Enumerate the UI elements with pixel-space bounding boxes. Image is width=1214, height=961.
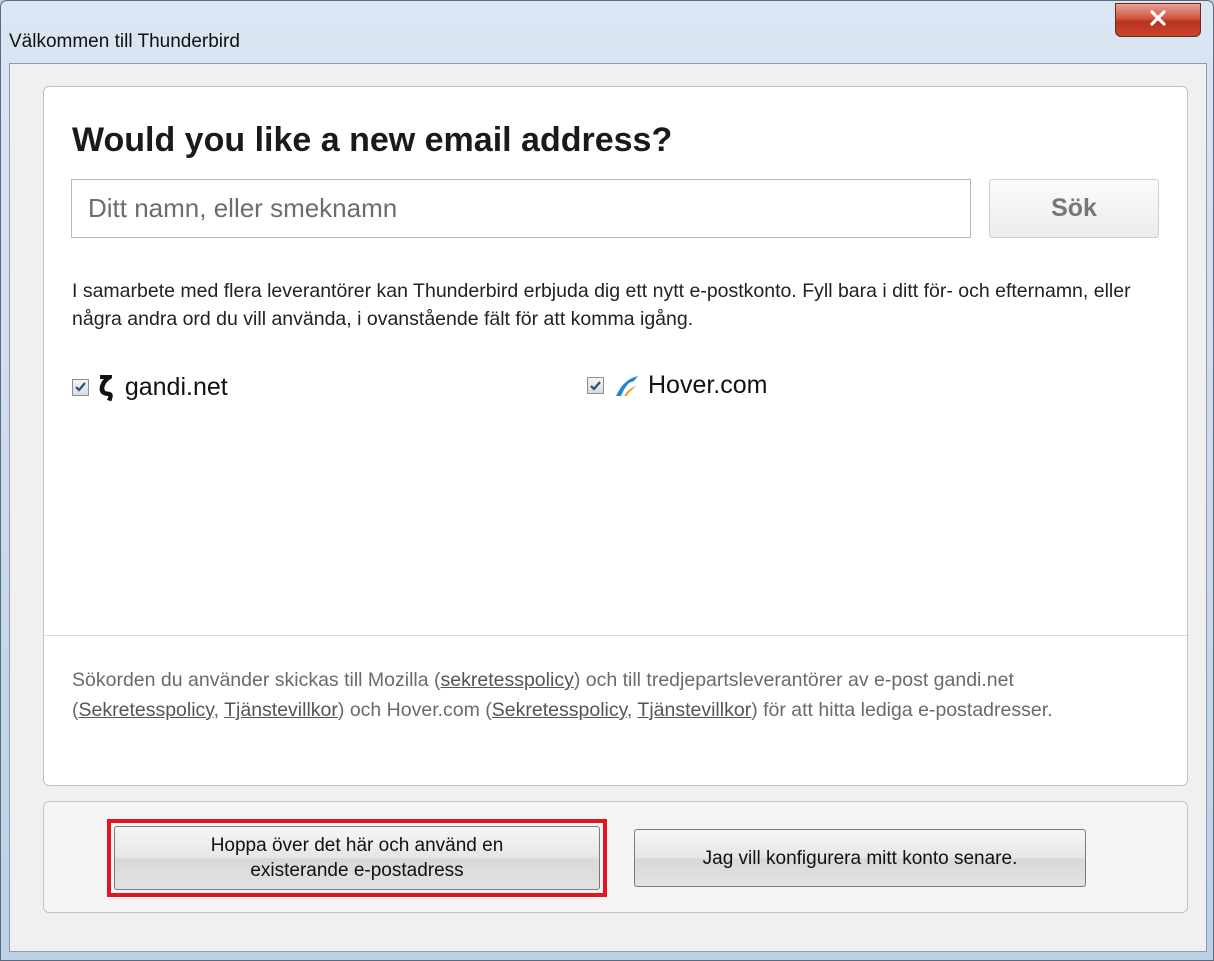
close-button[interactable] xyxy=(1115,3,1201,37)
dialog-window: Välkommen till Thunderbird Would you lik… xyxy=(0,0,1214,961)
skip-label-line1: Hoppa över det här och använd en xyxy=(210,835,504,856)
search-input[interactable] xyxy=(71,179,971,238)
window-title: Välkommen till Thunderbird xyxy=(9,31,240,52)
gandi-logo-icon: 𝛇 xyxy=(99,371,113,402)
privacy-text: ) och Hover.com ( xyxy=(337,699,492,721)
divider xyxy=(44,635,1187,636)
close-icon xyxy=(1149,9,1167,31)
hover-logo-icon xyxy=(614,374,640,398)
separator-text: , xyxy=(626,699,638,721)
gandi-terms-link[interactable]: Tjänstevillkor xyxy=(224,699,338,721)
gandi-privacy-link[interactable]: Sekretesspolicy xyxy=(79,699,214,721)
privacy-notice: Sökorden du använder skickas till Mozill… xyxy=(72,665,1162,725)
configure-later-button[interactable]: Jag vill konfigurera mitt konto senare. xyxy=(634,829,1086,887)
provider-hover[interactable]: Hover.com xyxy=(587,371,767,400)
skip-button[interactable]: Hoppa över det här och använd en existera… xyxy=(114,826,600,890)
provider-gandi[interactable]: 𝛇 gandi.net xyxy=(72,371,228,403)
gandi-checkbox[interactable] xyxy=(72,378,89,396)
dialog-content: Would you like a new email address? Sök … xyxy=(9,63,1207,952)
page-title: Would you like a new email address? xyxy=(72,121,673,159)
button-bar: Hoppa över det här och använd en existera… xyxy=(43,801,1188,913)
provider-label-gandi: gandi.net xyxy=(124,372,228,401)
checkmark-icon xyxy=(75,382,86,392)
privacy-policy-link[interactable]: sekretesspolicy xyxy=(441,669,574,691)
description-text: I samarbete med flera leverantörer kan T… xyxy=(72,280,1131,330)
privacy-text: ) för att hitta lediga e-postadresser. xyxy=(751,699,1053,721)
new-email-panel: Would you like a new email address? Sök … xyxy=(43,86,1188,786)
privacy-text: Sökorden du använder skickas till Mozill… xyxy=(72,669,441,691)
provider-label-hover: Hover.com xyxy=(648,371,768,399)
separator-text: , xyxy=(213,699,225,721)
hover-terms-link[interactable]: Tjänstevillkor xyxy=(637,699,751,721)
search-button[interactable]: Sök xyxy=(989,179,1159,238)
hover-checkbox[interactable] xyxy=(587,377,604,394)
hover-privacy-link[interactable]: Sekretesspolicy xyxy=(492,699,627,721)
skip-label-line2: existerande e-postadress xyxy=(250,860,464,881)
checkmark-icon xyxy=(590,380,601,391)
skip-button-label: Hoppa över det här och använd en existera… xyxy=(211,833,504,883)
